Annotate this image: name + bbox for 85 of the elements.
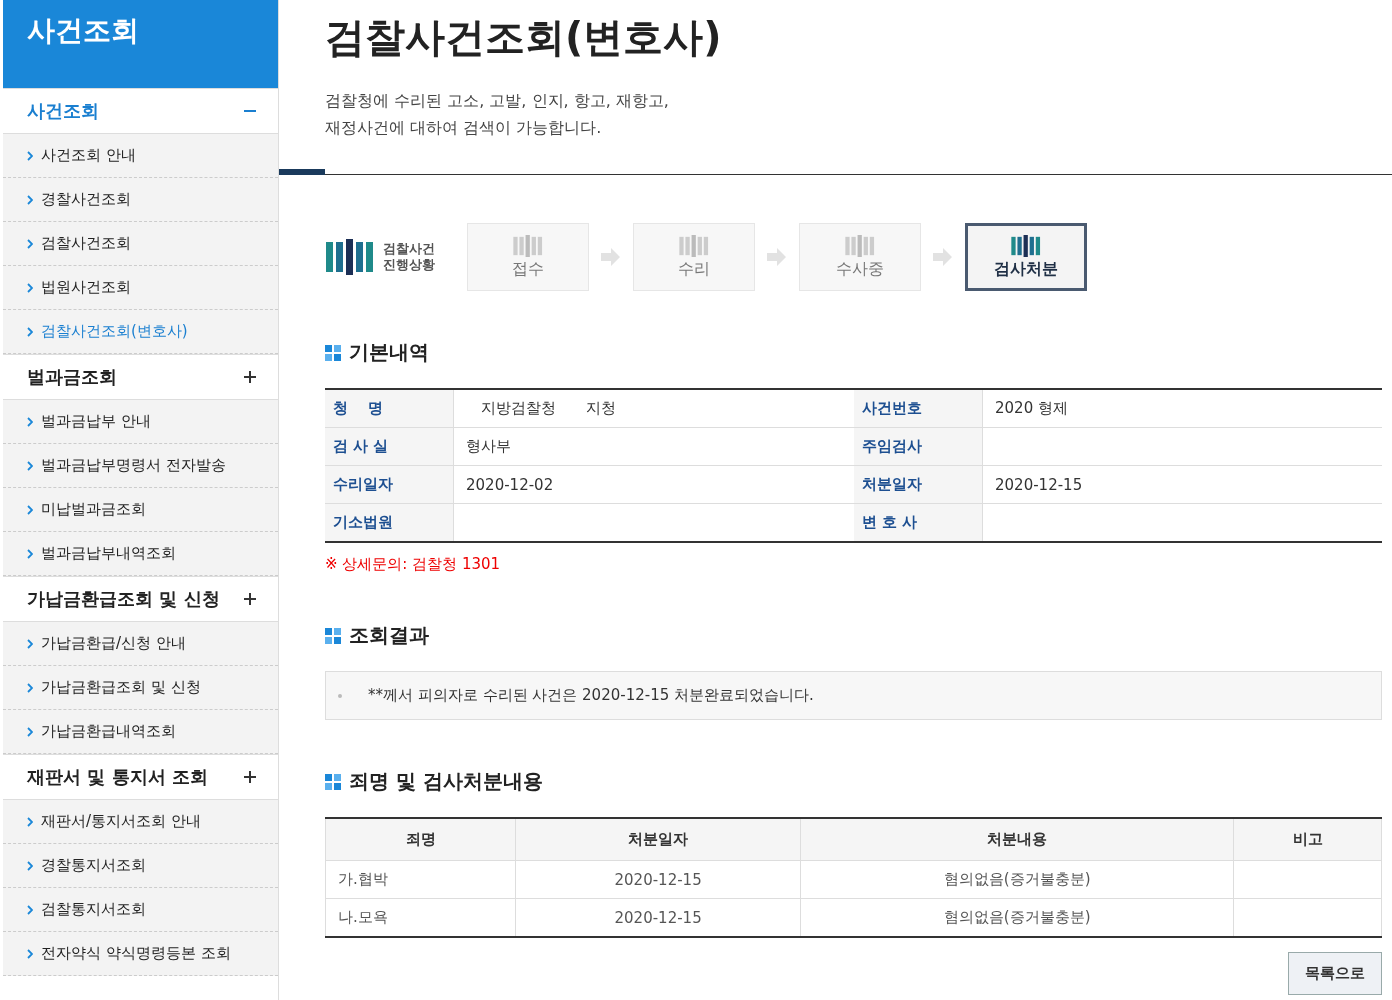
field-label: 수리일자 [325,465,454,504]
chevron-right-icon [27,904,33,915]
field-label: 변 호 사 [854,503,983,542]
sidebar-item[interactable]: 벌과금납부명령서 전자발송 [3,444,278,488]
sidebar-item[interactable]: 미납벌과금조회 [3,488,278,532]
progress-label: 검찰사건 진행상황 [383,241,435,273]
progress-step: 수리 [633,223,755,291]
section-title: 조회결과 [349,622,429,649]
chevron-right-icon [27,460,33,471]
sidebar-item[interactable]: 경찰사건조회 [3,178,278,222]
progress-step: 접수 [467,223,589,291]
column-header: 비고 [1233,818,1382,861]
group-label: 벌과금조회 [27,365,117,389]
sidebar-item[interactable]: 가납금환급조회 및 신청 [3,666,278,710]
sidebar-group[interactable]: 사건조회 [3,88,278,134]
chevron-right-icon [27,860,33,871]
table-cell: 나.모욕 [325,898,516,937]
field-label: 기소법원 [325,503,454,542]
group-label: 사건조회 [27,99,99,123]
sidebar-item[interactable]: 벌과금납부내역조회 [3,532,278,576]
contact-note: ※ 상세문의: 검찰청 1301 [325,555,502,574]
sidebar-item[interactable]: 벌과금납부 안내 [3,400,278,444]
bars-logo-icon [677,234,711,257]
field-label: 검 사 실 [325,427,454,466]
sidebar-item[interactable]: 재판서/통지서조회 안내 [3,800,278,844]
chevron-right-icon [27,416,33,427]
result-message: **께서 피의자로 수리된 사건은 2020-12-15 처분완료되었습니다. [368,686,814,705]
column-header: 처분일자 [515,818,801,861]
chevron-right-icon [27,948,33,959]
sidebar-item[interactable]: 검찰사건조회(변호사) [3,310,278,354]
field-label: 주임검사 [854,427,983,466]
progress-step: 수사중 [799,223,921,291]
group-label: 가납금환급조회 및 신청 [27,587,220,611]
sidebar-item[interactable]: 법원사건조회 [3,266,278,310]
sidebar-item[interactable]: 검찰통지서조회 [3,888,278,932]
group-label: 재판서 및 통지서 조회 [27,765,208,789]
column-header: 죄명 [325,818,516,861]
field-label: 처분일자 [854,465,983,504]
bars-logo-icon [1009,234,1043,257]
sidebar-item[interactable]: 가납금환급내역조회 [3,710,278,754]
square-grid-icon [325,627,341,644]
table-cell: 2020-12-15 [515,860,801,899]
table-cell: 혐의없음(증거불충분) [800,860,1234,899]
chevron-right-icon [27,638,33,649]
page-description: 검찰청에 수리된 고소, 고발, 인지, 항고, 재항고, 재정사건에 대하여 검색이 가능합니다. [325,90,670,139]
plus-icon[interactable] [244,771,256,783]
bullet-icon [338,693,342,698]
table-cell: 가.협박 [325,860,516,899]
field-label: 청 명 [325,389,454,428]
section-title: 죄명 및 검사처분내용 [349,768,543,795]
chevron-right-icon [27,326,33,337]
chevron-right-icon [27,282,33,293]
sidebar-item[interactable]: 전자약식 약식명령등본 조회 [3,932,278,976]
bars-logo-icon [843,234,877,257]
chevron-right-icon [27,238,33,249]
chevron-right-icon [27,682,33,693]
sidebar-group[interactable]: 가납금환급조회 및 신청 [3,576,278,622]
sidebar-title: 사건조회 [3,0,278,88]
column-header: 처분내용 [800,818,1234,861]
chevron-right-icon [27,548,33,559]
chevron-right-icon [27,726,33,737]
arrow-right-icon [601,247,621,267]
section-title: 기본내역 [349,339,429,366]
chevron-right-icon [27,504,33,515]
progress-step: 검사처분 [965,223,1087,291]
square-grid-icon [325,344,341,361]
page-title: 검찰사건조회(변호사) [325,13,723,62]
chevron-right-icon [27,150,33,161]
square-grid-icon [325,773,341,790]
sidebar-item[interactable]: 검찰사건조회 [3,222,278,266]
sidebar-item[interactable]: 사건조회 안내 [3,134,278,178]
chevron-right-icon [27,194,33,205]
sidebar-group[interactable]: 재판서 및 통지서 조회 [3,754,278,800]
arrow-right-icon [767,247,787,267]
plus-icon[interactable] [244,371,256,383]
plus-icon[interactable] [244,593,256,605]
bars-logo-icon [511,234,545,257]
sidebar-item[interactable]: 경찰통지서조회 [3,844,278,888]
sidebar-item[interactable]: 가납금환급/신청 안내 [3,622,278,666]
arrow-right-icon [933,247,953,267]
field-label: 사건번호 [854,389,983,428]
chevron-right-icon [27,816,33,827]
sidebar-group[interactable]: 벌과금조회 [3,354,278,400]
bars-logo-icon [325,239,375,275]
list-button[interactable]: 목록으로 [1288,952,1382,995]
